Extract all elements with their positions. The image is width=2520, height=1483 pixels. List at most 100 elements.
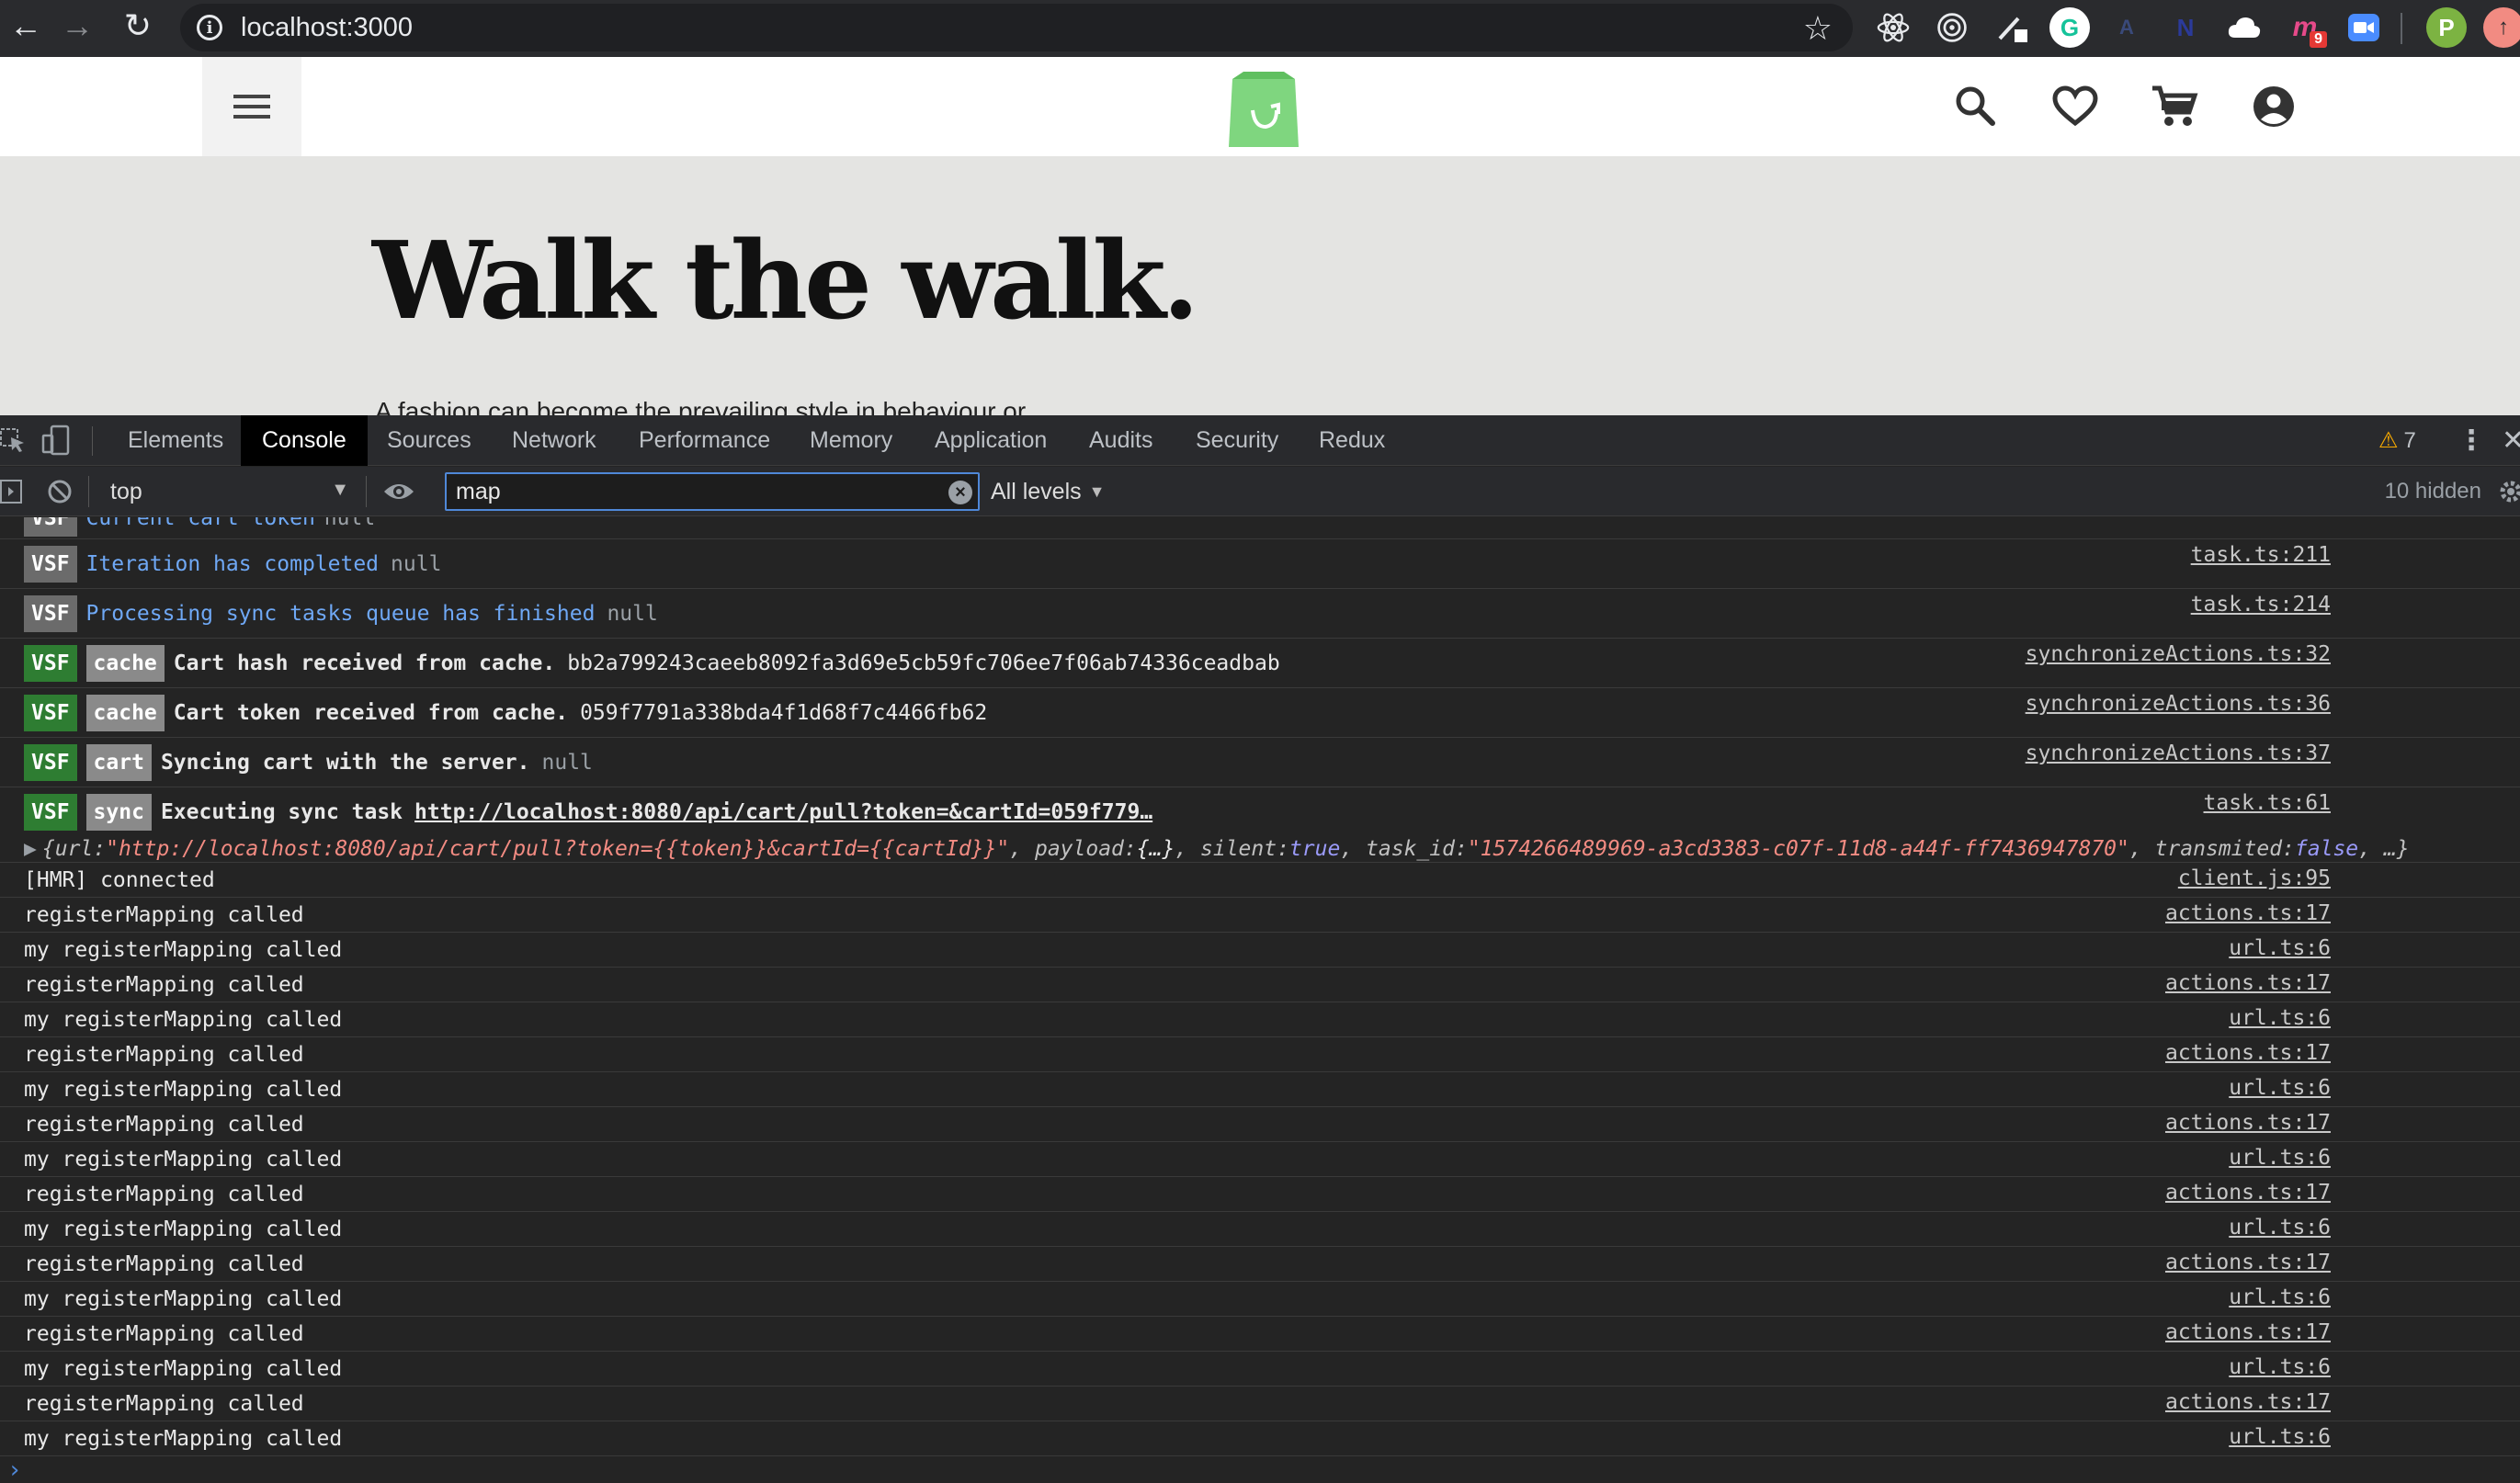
cache-tag: cache <box>85 644 165 682</box>
log-source-link[interactable]: url.ts:6 <box>2229 1146 2331 1170</box>
bookmark-star-icon[interactable]: ☆ <box>1803 9 1833 48</box>
react-devtools-icon[interactable] <box>1873 7 1913 48</box>
reload-icon: ↻ <box>123 6 153 44</box>
log-source-link[interactable]: url.ts:6 <box>2229 1285 2331 1309</box>
close-devtools-icon[interactable]: ✕ <box>2502 415 2520 466</box>
log-source-link[interactable]: actions.ts:17 <box>2165 1181 2331 1205</box>
log-source-link[interactable]: actions.ts:17 <box>2165 1111 2331 1135</box>
log-source-link[interactable]: actions.ts:17 <box>2165 1320 2331 1344</box>
address-url[interactable]: localhost:3000 <box>241 13 413 43</box>
tab-audits[interactable]: Audits <box>1068 415 1174 466</box>
vsf-badge: VSF <box>24 743 77 781</box>
console-settings-gear-icon[interactable] <box>2496 480 2520 504</box>
vsf-badge: VSF <box>24 517 77 537</box>
toolbar-divider <box>2401 13 2402 44</box>
log-source-link[interactable]: synchronizeActions.ts:37 <box>2026 742 2331 765</box>
devtools-tabbar: Elements Console Sources Network Perform… <box>0 415 2520 466</box>
wishlist-heart-icon[interactable] <box>2049 81 2101 132</box>
tab-sources[interactable]: Sources <box>366 415 493 466</box>
tab-application[interactable]: Application <box>914 415 1068 466</box>
vsf-badge: VSF <box>24 644 77 682</box>
log-message: registerMapping called <box>24 972 304 997</box>
browser-toolbar: ← → ↻ i localhost:3000 ☆ G A N m 9 P ↑ <box>0 0 2520 57</box>
console-row: registerMapping called actions.ts:17 <box>0 898 2520 933</box>
log-source-link[interactable]: url.ts:6 <box>2229 1076 2331 1100</box>
log-source-link[interactable]: actions.ts:17 <box>2165 1041 2331 1065</box>
cart-icon[interactable] <box>2149 81 2200 132</box>
tab-console[interactable]: Console <box>241 415 368 466</box>
log-message: Cart token received from cache. <box>173 700 569 725</box>
update-icon[interactable]: ↑ <box>2483 7 2520 48</box>
address-bar[interactable]: i localhost:3000 ☆ <box>180 4 1853 51</box>
log-message: registerMapping called <box>24 1321 304 1346</box>
levels-label: All levels <box>991 478 1082 504</box>
log-source-link[interactable]: url.ts:6 <box>2229 1216 2331 1240</box>
log-message: registerMapping called <box>24 1042 304 1067</box>
expand-caret-icon[interactable]: ▶ <box>24 837 37 861</box>
console-filter-input[interactable]: map × <box>445 472 980 511</box>
log-source-link[interactable]: url.ts:6 <box>2229 1006 2331 1030</box>
search-icon[interactable] <box>1950 81 2002 132</box>
profile-avatar[interactable]: P <box>2426 7 2467 48</box>
hamburger-icon <box>233 95 270 98</box>
warning-count: 7 <box>2403 427 2416 453</box>
menu-button[interactable] <box>202 57 301 156</box>
context-selector[interactable]: top ▼ <box>96 472 358 511</box>
log-source-link[interactable]: actions.ts:17 <box>2165 1251 2331 1274</box>
clear-filter-icon[interactable]: × <box>948 481 972 504</box>
log-source-link[interactable]: actions.ts:17 <box>2165 1390 2331 1414</box>
device-toolbar-icon[interactable] <box>40 425 74 456</box>
log-message: Executing sync task <box>160 800 403 824</box>
shopping-bag-logo[interactable] <box>1225 70 1302 147</box>
log-levels-dropdown[interactable]: All levels ▼ <box>991 472 1105 511</box>
console-row: VSF Processing sync tasks queue has fini… <box>0 589 2520 639</box>
back-button[interactable]: ← <box>0 0 51 51</box>
site-info-icon[interactable]: i <box>197 15 222 40</box>
log-url-link[interactable]: http://localhost:8080/api/cart/pull?toke… <box>414 800 1152 824</box>
log-value: bb2a799243caeeb8092fa3d69e5cb59fc706ee7f… <box>567 651 1280 675</box>
log-source-link[interactable]: url.ts:6 <box>2229 1355 2331 1379</box>
warnings-indicator[interactable]: ⚠ 7 <box>2378 415 2416 466</box>
account-icon[interactable] <box>2248 81 2299 132</box>
log-source-link[interactable]: task.ts:214 <box>2191 593 2331 617</box>
console-prompt-icon[interactable]: › <box>7 1456 22 1483</box>
tab-memory[interactable]: Memory <box>789 415 914 466</box>
inspect-element-icon[interactable] <box>0 426 28 454</box>
log-source-link[interactable]: actions.ts:17 <box>2165 901 2331 925</box>
a-extension-icon[interactable]: A <box>2106 7 2147 48</box>
log-source-link[interactable]: url.ts:6 <box>2229 936 2331 960</box>
console-object-row[interactable]: ▶{url: "http://localhost:8080/api/cart/p… <box>0 835 2520 863</box>
log-source-link[interactable]: synchronizeActions.ts:36 <box>2026 692 2331 716</box>
log-message: Syncing cart with the server. <box>160 750 530 775</box>
forward-arrow-icon: → <box>61 6 94 44</box>
tab-security[interactable]: Security <box>1175 415 1300 466</box>
log-source-link[interactable]: task.ts:211 <box>2191 543 2331 567</box>
target-extension-icon[interactable] <box>1932 7 1972 48</box>
log-source-link[interactable]: task.ts:61 <box>2204 791 2331 815</box>
tab-redux[interactable]: Redux <box>1298 415 1406 466</box>
grammarly-icon[interactable]: G <box>2049 7 2090 48</box>
more-options-icon[interactable]: ⋮ <box>2458 415 2485 466</box>
show-sidebar-icon[interactable] <box>0 479 24 504</box>
clear-console-icon[interactable] <box>46 478 74 505</box>
n-extension-icon[interactable]: N <box>2165 7 2206 48</box>
log-source-link[interactable]: synchronizeActions.ts:32 <box>2026 642 2331 666</box>
tab-elements[interactable]: Elements <box>107 415 244 466</box>
tab-performance[interactable]: Performance <box>618 415 791 466</box>
live-expression-eye-icon[interactable] <box>382 479 415 504</box>
console-row: VSF sync Executing sync task http://loca… <box>0 787 2520 837</box>
reload-button[interactable]: ↻ <box>112 0 164 51</box>
zoom-extension-icon[interactable] <box>2344 7 2384 48</box>
cloud-extension-icon[interactable] <box>2224 7 2265 48</box>
hero-title: Walk the walk. <box>372 219 1199 344</box>
context-value: top <box>110 478 142 504</box>
log-source-link[interactable]: client.js:95 <box>2178 866 2331 890</box>
eyedropper-extension-icon[interactable] <box>1992 7 2033 48</box>
log-source-link[interactable]: url.ts:6 <box>2229 1425 2331 1449</box>
console-row-partial: VSF Current cart token null <box>0 517 2520 539</box>
forward-button[interactable]: → <box>51 0 103 51</box>
log-source-link[interactable]: actions.ts:17 <box>2165 971 2331 995</box>
tab-network[interactable]: Network <box>491 415 618 466</box>
console-row: my registerMapping called url.ts:6 <box>0 1421 2520 1456</box>
m-extension-icon[interactable]: m 9 <box>2285 7 2327 48</box>
